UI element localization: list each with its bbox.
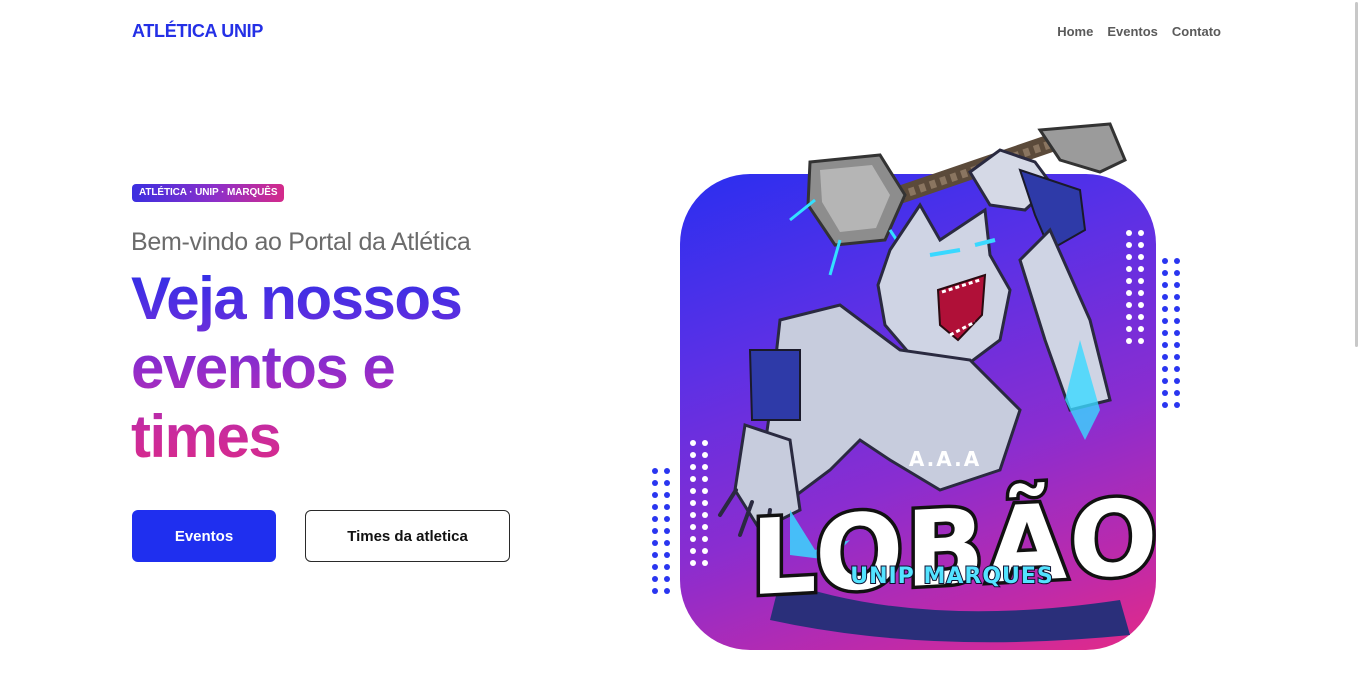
headline-line-2: eventos e [131, 334, 395, 401]
eventos-button[interactable]: Eventos [132, 510, 276, 562]
nav-link-eventos[interactable]: Eventos [1107, 24, 1158, 39]
logo-sub-text: UNIP MARQUES [850, 564, 1054, 589]
times-button[interactable]: Times da atletica [305, 510, 510, 562]
nav-link-contato[interactable]: Contato [1172, 24, 1221, 39]
page-scrollbar[interactable] [1354, 0, 1359, 681]
logo-top-text: A.A.A [909, 447, 981, 471]
wolf-mascot-logo: A.A.A LOBÃO UNIP MARQUES [718, 122, 1163, 643]
navbar: ATLÉTICA UNIP Home Eventos Contato [0, 0, 1359, 64]
logo-main-text: LOBÃO [750, 476, 1159, 619]
scrollbar-thumb[interactable] [1355, 2, 1358, 347]
nav-links: Home Eventos Contato [1057, 24, 1221, 39]
hero-headline: Veja nossos eventos e times [131, 264, 551, 471]
brand-logo[interactable]: ATLÉTICA UNIP [132, 21, 263, 42]
nav-link-home[interactable]: Home [1057, 24, 1093, 39]
hero-subtitle: Bem-vindo ao Portal da Atlética [131, 228, 471, 256]
hero-badge: ATLÉTICA · UNIP · MARQUÊS [132, 184, 285, 202]
headline-line-3: times [131, 403, 281, 470]
headline-line-1: Veja nossos [131, 265, 462, 332]
